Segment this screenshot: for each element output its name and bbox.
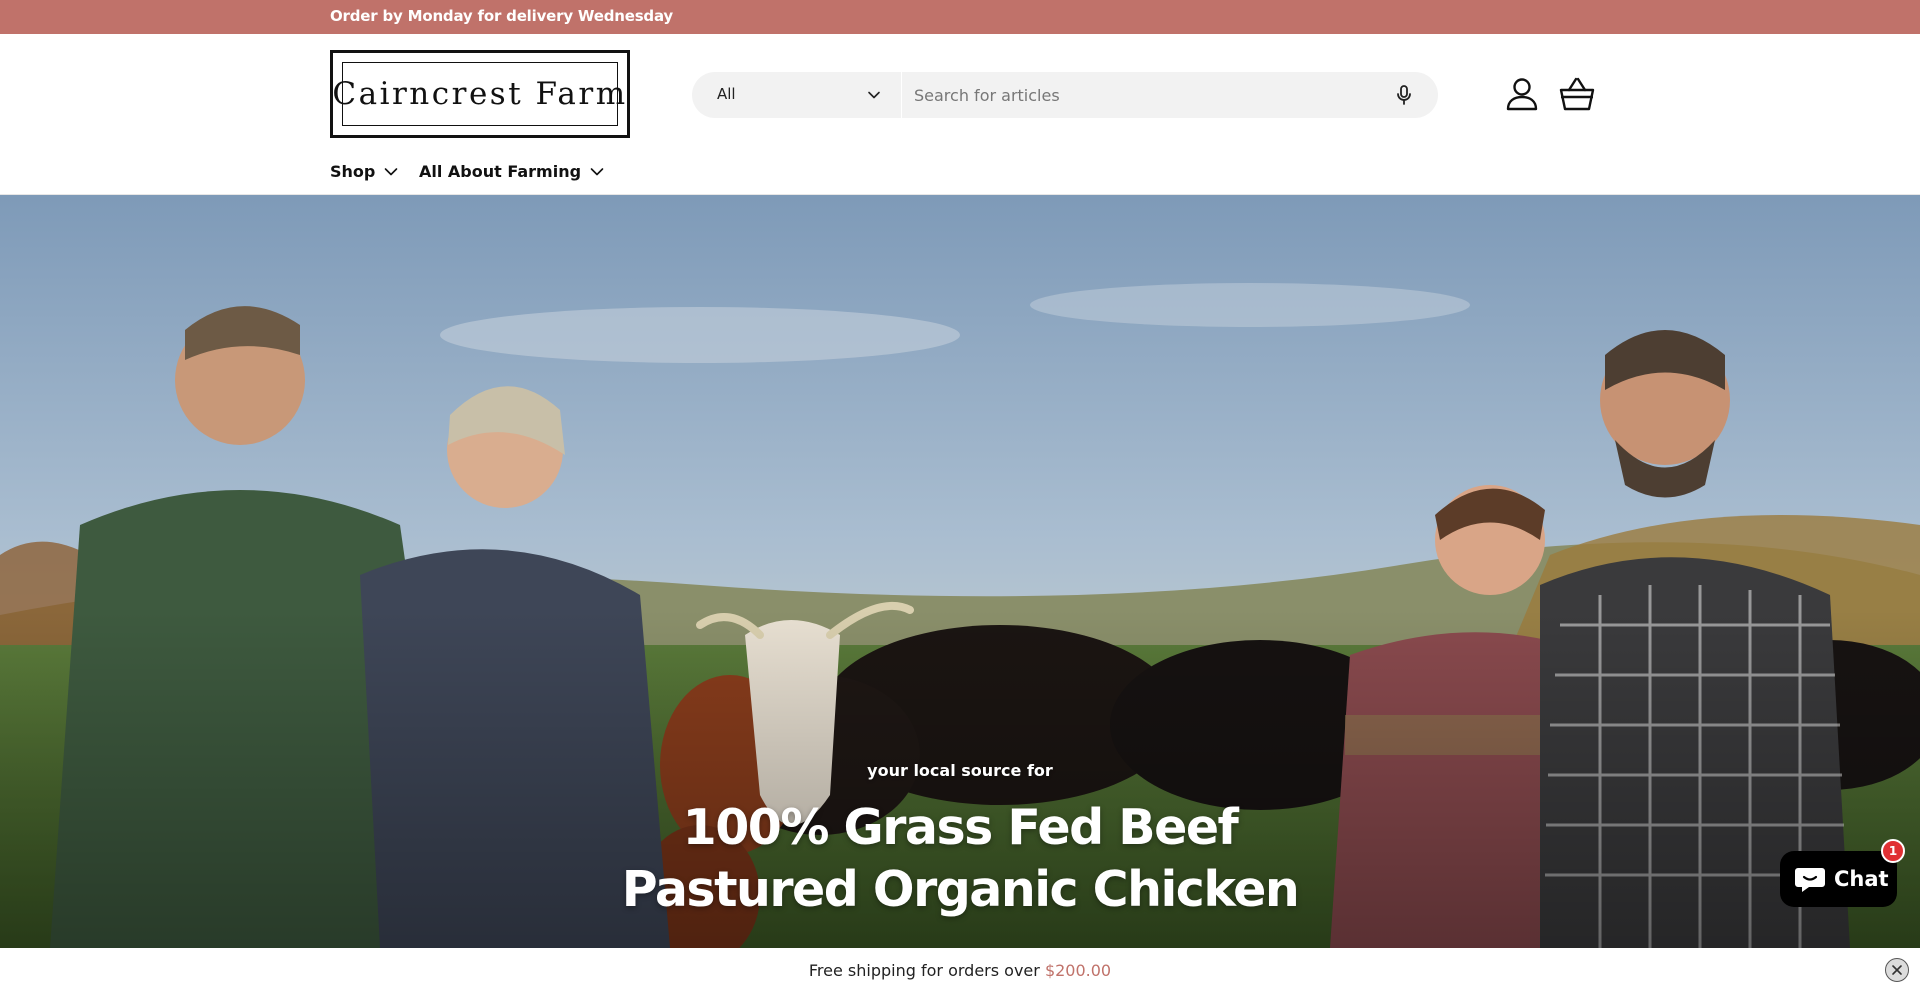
chevron-down-icon: [385, 167, 398, 175]
chevron-down-icon: [868, 91, 880, 99]
microphone-icon[interactable]: [1392, 83, 1416, 107]
announcement-text: Order by Monday for delivery Wednesday: [330, 7, 673, 25]
hero-subtitle: your local source for: [867, 761, 1053, 780]
account-icon[interactable]: [1504, 76, 1540, 112]
basket-icon[interactable]: [1558, 76, 1596, 112]
site-header: Cairncrest Farm All Shop: [0, 34, 1920, 195]
announcement-bar: Order by Monday for delivery Wednesday: [0, 0, 1920, 34]
close-icon[interactable]: [1885, 958, 1909, 982]
logo-frame: Cairncrest Farm: [332, 62, 625, 126]
shipping-message: Free shipping for orders over $200.00: [0, 961, 1920, 980]
search-category-label: All: [717, 85, 736, 103]
chat-bubble-icon: [1795, 868, 1825, 892]
chevron-down-icon: [590, 167, 604, 175]
nav-item-label: All About Farming: [419, 162, 582, 181]
free-shipping-bar: Free shipping for orders over $200.00: [0, 948, 1920, 993]
nav-item-shop[interactable]: Shop: [330, 162, 398, 181]
chat-label: Chat: [1834, 867, 1889, 891]
shipping-amount: $200.00: [1044, 961, 1112, 980]
hero-title-line2: Pastured Organic Chicken: [621, 861, 1300, 918]
nav-item-label: Shop: [330, 162, 376, 181]
nav-item-all-about-farming[interactable]: All About Farming: [419, 162, 604, 181]
shipping-prefix: Free shipping for orders over: [808, 961, 1040, 980]
hero-title-line1: 100% Grass Fed Beef: [682, 799, 1239, 856]
search-input[interactable]: [904, 72, 1374, 118]
search-bar: All: [692, 72, 1438, 118]
site-logo[interactable]: Cairncrest Farm: [330, 50, 630, 138]
chat-notification-badge: 1: [1881, 839, 1905, 863]
hero-banner: your local source for 100% Grass Fed Bee…: [0, 195, 1920, 948]
chat-button[interactable]: Chat: [1780, 851, 1897, 907]
search-category-select[interactable]: All: [692, 72, 902, 118]
logo-text: Cairncrest Farm: [332, 76, 628, 112]
x-icon: [1892, 965, 1902, 975]
